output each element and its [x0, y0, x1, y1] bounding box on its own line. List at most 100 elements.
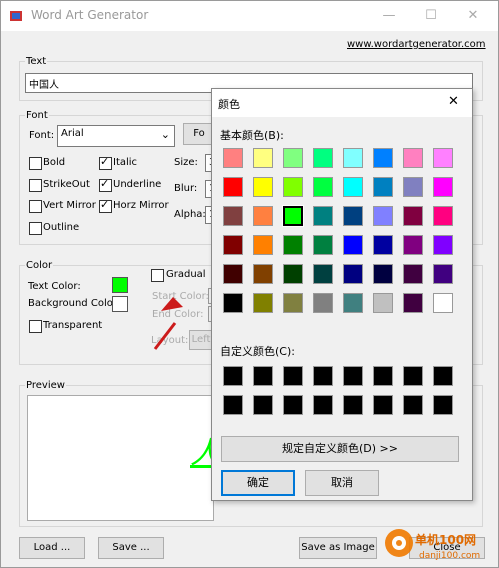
- outline-checkbox[interactable]: [29, 222, 42, 235]
- color-group-label: Color: [25, 260, 54, 271]
- bold-checkbox[interactable]: [29, 157, 42, 170]
- layout-button[interactable]: Left: [189, 330, 212, 350]
- gradual-checkbox[interactable]: [151, 269, 164, 282]
- basic-color-swatch[interactable]: [433, 264, 453, 284]
- basic-color-swatch[interactable]: [403, 264, 423, 284]
- minimize-icon[interactable]: —: [369, 5, 409, 27]
- basic-color-swatch[interactable]: [223, 206, 243, 226]
- strikeout-label: StrikeOut: [43, 179, 90, 190]
- basic-color-swatch[interactable]: [253, 293, 273, 313]
- website-link[interactable]: www.wordartgenerator.com: [347, 39, 486, 50]
- custom-color-swatch[interactable]: [313, 395, 333, 415]
- dialog-close-icon[interactable]: ✕: [448, 94, 459, 109]
- custom-color-swatch[interactable]: [283, 395, 303, 415]
- vert-mirror-checkbox[interactable]: [29, 200, 42, 213]
- load-button[interactable]: Load ...: [19, 537, 85, 559]
- close-icon[interactable]: ✕: [453, 5, 493, 27]
- watermark-site: 单机100网: [415, 533, 477, 547]
- basic-color-swatch[interactable]: [403, 177, 423, 197]
- size-label: Size:: [174, 157, 198, 168]
- basic-color-swatch[interactable]: [283, 148, 303, 168]
- basic-color-swatch[interactable]: [283, 293, 303, 313]
- transparent-label: Transparent: [43, 320, 103, 331]
- custom-color-swatch[interactable]: [343, 366, 363, 386]
- basic-color-swatch[interactable]: [373, 206, 393, 226]
- custom-color-swatch[interactable]: [343, 395, 363, 415]
- basic-color-swatch[interactable]: [433, 148, 453, 168]
- basic-color-swatch[interactable]: [283, 177, 303, 197]
- text-color-swatch[interactable]: [112, 277, 128, 293]
- save-button[interactable]: Save ...: [98, 537, 164, 559]
- custom-color-swatch[interactable]: [223, 395, 243, 415]
- basic-color-swatch[interactable]: [313, 235, 333, 255]
- basic-color-swatch[interactable]: [433, 293, 453, 313]
- basic-color-swatch[interactable]: [253, 264, 273, 284]
- font-label: Font:: [29, 130, 55, 141]
- title-bar[interactable]: Word Art Generator — ☐ ✕: [1, 1, 498, 31]
- custom-color-swatch[interactable]: [403, 366, 423, 386]
- basic-color-swatch[interactable]: [313, 293, 333, 313]
- color-dialog: 颜色 ✕ 基本颜色(B): 自定义颜色(C): 规定自定义颜色(D) >> 确定…: [211, 88, 473, 501]
- basic-color-swatch[interactable]: [373, 177, 393, 197]
- save-as-image-button[interactable]: Save as Image: [299, 537, 377, 559]
- color-dialog-title-bar[interactable]: 颜色 ✕: [212, 89, 472, 117]
- custom-color-swatch[interactable]: [313, 366, 333, 386]
- basic-color-swatch[interactable]: [283, 264, 303, 284]
- basic-color-swatch[interactable]: [253, 177, 273, 197]
- basic-color-swatch[interactable]: [283, 235, 303, 255]
- basic-color-swatch[interactable]: [253, 148, 273, 168]
- basic-color-swatch[interactable]: [313, 206, 333, 226]
- custom-color-swatch[interactable]: [283, 366, 303, 386]
- basic-color-swatch[interactable]: [313, 264, 333, 284]
- ok-button[interactable]: 确定: [221, 470, 295, 496]
- basic-color-swatch[interactable]: [373, 148, 393, 168]
- basic-color-swatch[interactable]: [403, 235, 423, 255]
- basic-color-swatch[interactable]: [373, 264, 393, 284]
- custom-color-swatch[interactable]: [253, 395, 273, 415]
- basic-color-swatch[interactable]: [343, 264, 363, 284]
- basic-color-swatch[interactable]: [343, 206, 363, 226]
- basic-color-swatch[interactable]: [403, 206, 423, 226]
- font-select[interactable]: Arial ⌄: [57, 125, 175, 147]
- background-color-swatch[interactable]: [112, 296, 128, 312]
- custom-color-swatch[interactable]: [433, 395, 453, 415]
- custom-color-swatch[interactable]: [373, 366, 393, 386]
- custom-colors-label: 自定义颜色(C):: [220, 345, 295, 358]
- basic-color-swatch[interactable]: [313, 177, 333, 197]
- basic-color-swatch[interactable]: [223, 177, 243, 197]
- underline-checkbox[interactable]: [99, 177, 112, 192]
- basic-color-swatch[interactable]: [253, 235, 273, 255]
- basic-color-swatch[interactable]: [403, 148, 423, 168]
- horz-mirror-checkbox[interactable]: [99, 198, 112, 213]
- basic-color-swatch[interactable]: [253, 206, 273, 226]
- custom-color-swatch[interactable]: [223, 366, 243, 386]
- basic-color-swatch[interactable]: [373, 293, 393, 313]
- basic-color-swatch[interactable]: [343, 177, 363, 197]
- custom-color-swatch[interactable]: [373, 395, 393, 415]
- italic-checkbox[interactable]: [99, 155, 112, 170]
- basic-color-swatch[interactable]: [223, 264, 243, 284]
- basic-color-swatch[interactable]: [433, 177, 453, 197]
- basic-color-swatch[interactable]: [433, 206, 453, 226]
- custom-color-swatch[interactable]: [253, 366, 273, 386]
- basic-color-swatch[interactable]: [282, 205, 304, 227]
- basic-color-swatch[interactable]: [343, 293, 363, 313]
- basic-color-swatch[interactable]: [223, 235, 243, 255]
- color-dialog-title: 颜色: [218, 98, 240, 111]
- transparent-checkbox[interactable]: [29, 320, 42, 333]
- basic-color-swatch[interactable]: [373, 235, 393, 255]
- define-custom-colors-button[interactable]: 规定自定义颜色(D) >>: [221, 436, 459, 462]
- watermark-logo-icon: [385, 529, 413, 557]
- basic-color-swatch[interactable]: [223, 293, 243, 313]
- basic-color-swatch[interactable]: [343, 235, 363, 255]
- cancel-button[interactable]: 取消: [305, 470, 379, 496]
- basic-color-swatch[interactable]: [433, 235, 453, 255]
- basic-color-swatch[interactable]: [403, 293, 423, 313]
- basic-color-swatch[interactable]: [223, 148, 243, 168]
- custom-color-swatch[interactable]: [433, 366, 453, 386]
- strikeout-checkbox[interactable]: [29, 179, 42, 192]
- custom-color-swatch[interactable]: [403, 395, 423, 415]
- basic-color-swatch[interactable]: [313, 148, 333, 168]
- basic-color-swatch[interactable]: [343, 148, 363, 168]
- maximize-icon[interactable]: ☐: [411, 5, 451, 27]
